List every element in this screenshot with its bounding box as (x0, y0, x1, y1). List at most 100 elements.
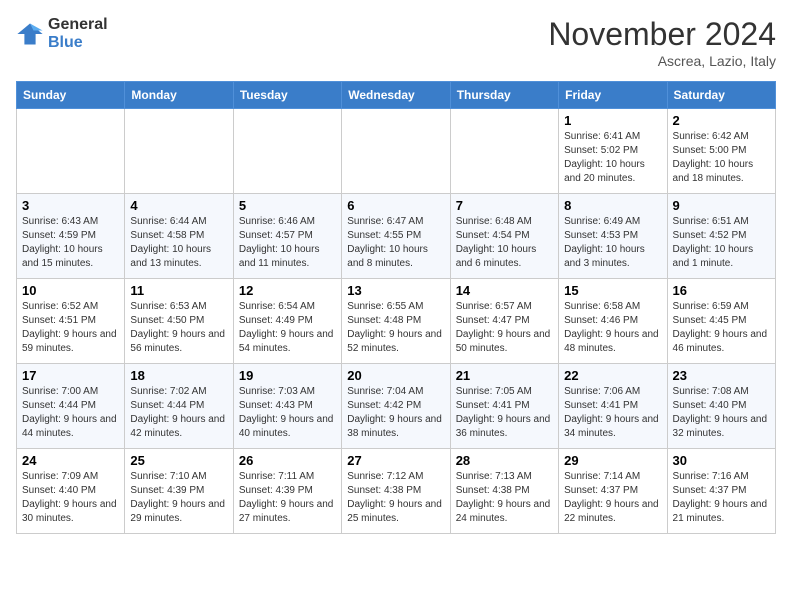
calendar-cell-1-3: 6 Sunrise: 6:47 AM Sunset: 4:55 PM Daylig… (342, 194, 450, 279)
day-number: 1 (564, 113, 661, 128)
day-number: 22 (564, 368, 661, 383)
day-info: Sunrise: 6:53 AM Sunset: 4:50 PM Dayligh… (130, 300, 227, 356)
day-info: Sunrise: 6:46 AM Sunset: 4:57 PM Dayligh… (239, 215, 336, 271)
header-wednesday: Wednesday (342, 82, 450, 109)
calendar-cell-3-6: 23Sunrise: 7:08 AM Sunset: 4:40 PM Dayli… (667, 364, 775, 449)
calendar-cell-2-2: 12Sunrise: 6:54 AM Sunset: 4:49 PM Dayli… (233, 279, 341, 364)
logo: General Blue (16, 16, 108, 52)
day-number: 19 (239, 368, 336, 383)
day-number: 21 (456, 368, 553, 383)
day-info: Sunrise: 7:04 AM Sunset: 4:42 PM Dayligh… (347, 385, 444, 441)
calendar-cell-2-3: 13Sunrise: 6:55 AM Sunset: 4:48 PM Dayli… (342, 279, 450, 364)
calendar-cell-0-1 (125, 109, 233, 194)
calendar-cell-1-5: 8 Sunrise: 6:49 AM Sunset: 4:53 PM Daylig… (559, 194, 667, 279)
logo-icon (16, 20, 44, 48)
calendar-cell-3-1: 18 Sunrise: 7:02 AM Sunset: 4:44 PM Dayli… (125, 364, 233, 449)
calendar-cell-0-2 (233, 109, 341, 194)
header-saturday: Saturday (667, 82, 775, 109)
day-number: 28 (456, 453, 553, 468)
day-number: 18 (130, 368, 227, 383)
calendar-cell-4-6: 30 Sunrise: 7:16 AM Sunset: 4:37 PM Dayli… (667, 449, 775, 534)
day-number: 3 (22, 198, 119, 213)
calendar-cell-3-4: 21Sunrise: 7:05 AM Sunset: 4:41 PM Dayli… (450, 364, 558, 449)
day-info: Sunrise: 7:06 AM Sunset: 4:41 PM Dayligh… (564, 385, 661, 441)
day-number: 10 (22, 283, 119, 298)
weekday-header-row: Sunday Monday Tuesday Wednesday Thursday… (17, 82, 776, 109)
calendar-cell-2-0: 10 Sunrise: 6:52 AM Sunset: 4:51 PM Dayli… (17, 279, 125, 364)
day-number: 4 (130, 198, 227, 213)
day-info: Sunrise: 7:16 AM Sunset: 4:37 PM Dayligh… (673, 470, 770, 526)
calendar-row-2: 10 Sunrise: 6:52 AM Sunset: 4:51 PM Dayli… (17, 279, 776, 364)
calendar-row-4: 24 Sunrise: 7:09 AM Sunset: 4:40 PM Dayli… (17, 449, 776, 534)
day-info: Sunrise: 7:13 AM Sunset: 4:38 PM Dayligh… (456, 470, 553, 526)
day-info: Sunrise: 7:03 AM Sunset: 4:43 PM Dayligh… (239, 385, 336, 441)
day-number: 16 (673, 283, 770, 298)
day-number: 20 (347, 368, 444, 383)
title-block: November 2024 Ascrea, Lazio, Italy (548, 16, 776, 69)
calendar-cell-1-6: 9 Sunrise: 6:51 AM Sunset: 4:52 PM Daylig… (667, 194, 775, 279)
day-number: 27 (347, 453, 444, 468)
calendar-cell-3-5: 22 Sunrise: 7:06 AM Sunset: 4:41 PM Dayli… (559, 364, 667, 449)
day-info: Sunrise: 7:00 AM Sunset: 4:44 PM Dayligh… (22, 385, 119, 441)
day-number: 6 (347, 198, 444, 213)
day-number: 11 (130, 283, 227, 298)
page-header: General Blue November 2024 Ascrea, Lazio… (16, 16, 776, 69)
calendar-cell-4-2: 26Sunrise: 7:11 AM Sunset: 4:39 PM Dayli… (233, 449, 341, 534)
day-info: Sunrise: 6:59 AM Sunset: 4:45 PM Dayligh… (673, 300, 770, 356)
day-info: Sunrise: 6:41 AM Sunset: 5:02 PM Dayligh… (564, 130, 661, 186)
day-info: Sunrise: 6:57 AM Sunset: 4:47 PM Dayligh… (456, 300, 553, 356)
day-info: Sunrise: 7:10 AM Sunset: 4:39 PM Dayligh… (130, 470, 227, 526)
day-info: Sunrise: 7:11 AM Sunset: 4:39 PM Dayligh… (239, 470, 336, 526)
day-info: Sunrise: 6:48 AM Sunset: 4:54 PM Dayligh… (456, 215, 553, 271)
day-info: Sunrise: 6:42 AM Sunset: 5:00 PM Dayligh… (673, 130, 770, 186)
day-info: Sunrise: 6:43 AM Sunset: 4:59 PM Dayligh… (22, 215, 119, 271)
calendar-table: Sunday Monday Tuesday Wednesday Thursday… (16, 81, 776, 534)
calendar-cell-4-0: 24 Sunrise: 7:09 AM Sunset: 4:40 PM Dayli… (17, 449, 125, 534)
logo-text: General Blue (48, 16, 108, 52)
calendar-row-0: 1 Sunrise: 6:41 AM Sunset: 5:02 PM Daylig… (17, 109, 776, 194)
calendar-cell-1-0: 3 Sunrise: 6:43 AM Sunset: 4:59 PM Daylig… (17, 194, 125, 279)
calendar-cell-0-0 (17, 109, 125, 194)
calendar-cell-4-4: 28 Sunrise: 7:13 AM Sunset: 4:38 PM Dayli… (450, 449, 558, 534)
day-number: 2 (673, 113, 770, 128)
calendar-cell-4-5: 29 Sunrise: 7:14 AM Sunset: 4:37 PM Dayli… (559, 449, 667, 534)
day-info: Sunrise: 6:49 AM Sunset: 4:53 PM Dayligh… (564, 215, 661, 271)
day-info: Sunrise: 6:55 AM Sunset: 4:48 PM Dayligh… (347, 300, 444, 356)
calendar-cell-3-3: 20 Sunrise: 7:04 AM Sunset: 4:42 PM Dayli… (342, 364, 450, 449)
calendar-cell-2-5: 15 Sunrise: 6:58 AM Sunset: 4:46 PM Dayli… (559, 279, 667, 364)
header-sunday: Sunday (17, 82, 125, 109)
day-info: Sunrise: 7:09 AM Sunset: 4:40 PM Dayligh… (22, 470, 119, 526)
calendar-cell-3-0: 17 Sunrise: 7:00 AM Sunset: 4:44 PM Dayli… (17, 364, 125, 449)
calendar-cell-3-2: 19 Sunrise: 7:03 AM Sunset: 4:43 PM Dayli… (233, 364, 341, 449)
calendar-cell-1-2: 5 Sunrise: 6:46 AM Sunset: 4:57 PM Daylig… (233, 194, 341, 279)
calendar-cell-4-1: 25 Sunrise: 7:10 AM Sunset: 4:39 PM Dayli… (125, 449, 233, 534)
day-info: Sunrise: 7:12 AM Sunset: 4:38 PM Dayligh… (347, 470, 444, 526)
day-info: Sunrise: 7:02 AM Sunset: 4:44 PM Dayligh… (130, 385, 227, 441)
day-info: Sunrise: 6:44 AM Sunset: 4:58 PM Dayligh… (130, 215, 227, 271)
day-info: Sunrise: 6:58 AM Sunset: 4:46 PM Dayligh… (564, 300, 661, 356)
day-number: 5 (239, 198, 336, 213)
day-number: 17 (22, 368, 119, 383)
calendar-row-1: 3 Sunrise: 6:43 AM Sunset: 4:59 PM Daylig… (17, 194, 776, 279)
header-thursday: Thursday (450, 82, 558, 109)
day-info: Sunrise: 7:14 AM Sunset: 4:37 PM Dayligh… (564, 470, 661, 526)
day-number: 24 (22, 453, 119, 468)
month-title: November 2024 (548, 16, 776, 53)
location-title: Ascrea, Lazio, Italy (548, 53, 776, 69)
day-info: Sunrise: 6:52 AM Sunset: 4:51 PM Dayligh… (22, 300, 119, 356)
calendar-cell-2-1: 11 Sunrise: 6:53 AM Sunset: 4:50 PM Dayli… (125, 279, 233, 364)
day-number: 12 (239, 283, 336, 298)
day-info: Sunrise: 7:08 AM Sunset: 4:40 PM Dayligh… (673, 385, 770, 441)
calendar-cell-0-6: 2 Sunrise: 6:42 AM Sunset: 5:00 PM Daylig… (667, 109, 775, 194)
day-number: 29 (564, 453, 661, 468)
day-number: 7 (456, 198, 553, 213)
day-number: 25 (130, 453, 227, 468)
day-number: 9 (673, 198, 770, 213)
day-info: Sunrise: 6:47 AM Sunset: 4:55 PM Dayligh… (347, 215, 444, 271)
day-number: 30 (673, 453, 770, 468)
day-number: 8 (564, 198, 661, 213)
day-number: 15 (564, 283, 661, 298)
day-info: Sunrise: 6:51 AM Sunset: 4:52 PM Dayligh… (673, 215, 770, 271)
header-friday: Friday (559, 82, 667, 109)
calendar-row-3: 17 Sunrise: 7:00 AM Sunset: 4:44 PM Dayli… (17, 364, 776, 449)
